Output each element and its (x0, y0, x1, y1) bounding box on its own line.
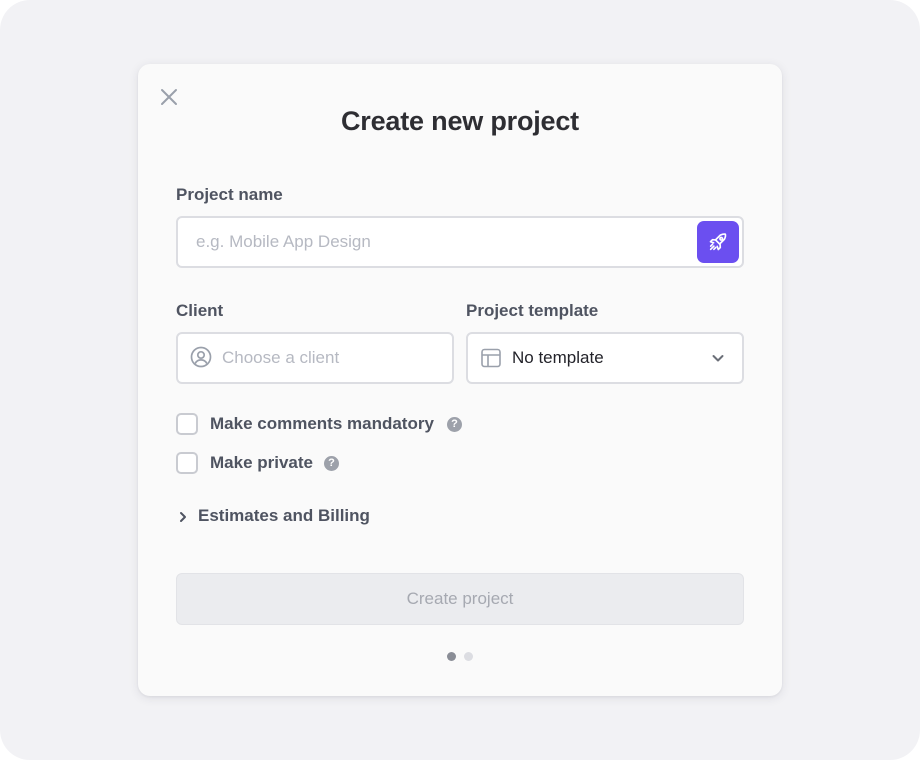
generate-name-button[interactable] (697, 221, 739, 263)
client-field (176, 332, 454, 384)
project-name-field (176, 216, 744, 268)
comments-mandatory-checkbox[interactable] (176, 413, 198, 435)
chevron-right-icon (176, 510, 190, 524)
client-label: Client (176, 301, 224, 320)
question-icon[interactable]: ? (324, 456, 339, 471)
rocket-icon (709, 233, 727, 251)
project-name-label: Project name (176, 185, 283, 204)
project-name-input[interactable] (196, 218, 686, 266)
client-input[interactable] (222, 334, 442, 382)
template-select[interactable]: No template (466, 332, 744, 384)
make-private-checkbox[interactable] (176, 452, 198, 474)
dialog-title: Create new project (341, 106, 579, 136)
estimates-billing-label: Estimates and Billing (198, 506, 370, 525)
create-project-button[interactable]: Create project (176, 573, 744, 625)
question-icon[interactable]: ? (447, 417, 462, 432)
chevron-down-icon (710, 350, 726, 366)
step-indicator (138, 648, 782, 661)
user-circle-icon (190, 346, 212, 368)
layout-template-icon (480, 347, 502, 369)
create-project-dialog: Create new project Project name Client (138, 64, 782, 696)
step-dot-active[interactable] (447, 652, 456, 661)
template-label: Project template (466, 301, 599, 320)
step-dot[interactable] (464, 652, 473, 661)
make-private-label[interactable]: Make private (210, 453, 313, 473)
comments-mandatory-label[interactable]: Make comments mandatory (210, 414, 434, 434)
template-selected-value: No template (512, 348, 604, 367)
close-icon[interactable] (158, 86, 180, 108)
